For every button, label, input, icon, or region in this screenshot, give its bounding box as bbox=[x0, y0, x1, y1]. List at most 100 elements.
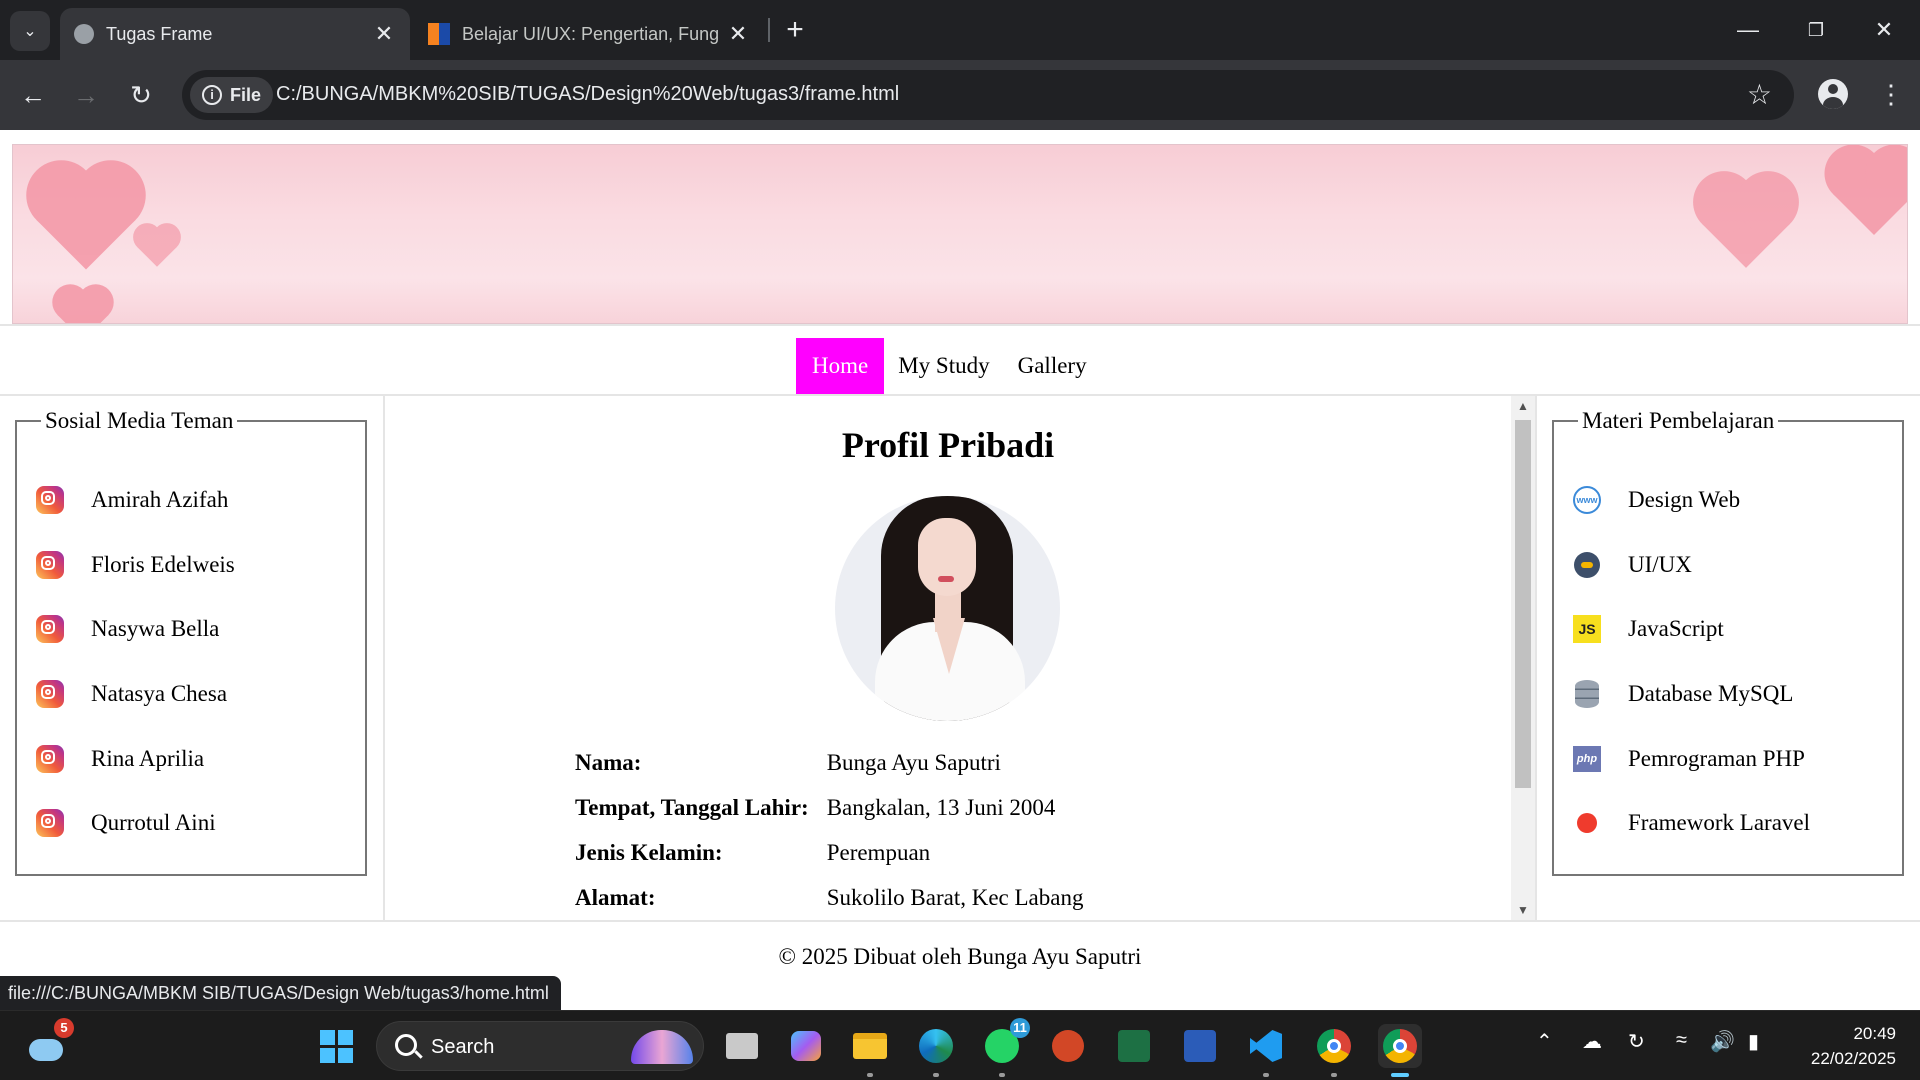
material-label[interactable]: Framework Laravel bbox=[1628, 810, 1810, 836]
table-row: Nama: Bunga Ayu Saputri bbox=[575, 740, 1101, 785]
chrome-icon[interactable] bbox=[1378, 1024, 1422, 1077]
friend-name[interactable]: Amirah Azifah bbox=[91, 487, 228, 513]
site-info-label: File bbox=[230, 84, 262, 105]
row-value: Sukolilo Barat, Kec Labang bbox=[826, 884, 1084, 910]
instagram-icon bbox=[35, 550, 65, 580]
profile-avatar-icon[interactable] bbox=[1818, 79, 1848, 109]
tab-search-button[interactable]: ⌄ bbox=[10, 11, 50, 51]
close-icon[interactable]: ✕ bbox=[726, 21, 750, 47]
page-viewport: Home My Study Gallery Sosial Media Teman… bbox=[0, 130, 1920, 1010]
friends-list: Amirah Azifah Floris Edelweis Nasywa Bel… bbox=[35, 468, 365, 856]
javascript-icon-text: JS bbox=[1573, 615, 1601, 644]
word-icon[interactable] bbox=[1178, 1024, 1222, 1068]
menu-gallery[interactable]: Gallery bbox=[1004, 338, 1101, 394]
material-label[interactable]: Database MySQL bbox=[1628, 681, 1793, 707]
friend-name[interactable]: Floris Edelweis bbox=[91, 552, 235, 578]
volume-icon[interactable]: 🔊 bbox=[1710, 1029, 1735, 1054]
site-info-chip[interactable]: i File bbox=[190, 77, 274, 113]
status-url-bubble: file:///C:/BUNGA/MBKM SIB/TUGAS/Design W… bbox=[0, 976, 561, 1010]
powerpoint-icon[interactable] bbox=[1046, 1024, 1090, 1068]
window-close-icon[interactable]: ✕ bbox=[1864, 12, 1904, 48]
close-icon[interactable]: ✕ bbox=[372, 21, 396, 47]
friend-item[interactable]: Qurrotul Aini bbox=[35, 791, 365, 856]
friend-item[interactable]: Nasywa Bella bbox=[35, 597, 365, 662]
url-text[interactable]: C:/BUNGA/MBKM%20SIB/TUGAS/Design%20Web/t… bbox=[276, 83, 899, 106]
back-arrow-icon[interactable]: ← bbox=[15, 77, 51, 113]
friend-name[interactable]: Rina Aprilia bbox=[91, 746, 204, 772]
nav-frame: Home My Study Gallery bbox=[0, 324, 1920, 396]
instagram-icon bbox=[35, 744, 65, 774]
header-banner bbox=[12, 144, 1908, 324]
materials-fieldset: Materi Pembelajaran www Design Web UI/UX… bbox=[1552, 408, 1904, 876]
windows-start-icon[interactable] bbox=[314, 1024, 358, 1068]
friend-item[interactable]: Rina Aprilia bbox=[35, 726, 365, 791]
wifi-icon[interactable]: ≈ bbox=[1676, 1029, 1687, 1052]
material-item[interactable]: www Design Web bbox=[1572, 468, 1902, 533]
whatsapp-icon[interactable]: 11 bbox=[980, 1018, 1030, 1077]
copilot-icon[interactable] bbox=[784, 1024, 828, 1068]
chevron-up-icon[interactable]: ⌃ bbox=[1536, 1029, 1553, 1054]
battery-icon[interactable]: ▮ bbox=[1748, 1029, 1759, 1054]
material-label[interactable]: Pemrograman PHP bbox=[1628, 746, 1805, 772]
minimize-icon[interactable]: — bbox=[1728, 12, 1768, 48]
forward-arrow-icon[interactable]: → bbox=[68, 77, 104, 113]
scroll-down-icon[interactable]: ▼ bbox=[1511, 900, 1535, 920]
task-view-icon[interactable] bbox=[720, 1024, 764, 1068]
search-label: Search bbox=[431, 1036, 495, 1058]
material-label[interactable]: JavaScript bbox=[1628, 616, 1724, 642]
site-favicon-icon bbox=[428, 23, 450, 45]
weather-widget-icon[interactable]: 5 bbox=[24, 1018, 74, 1068]
globe-icon bbox=[74, 24, 94, 44]
address-bar[interactable]: i File C:/BUNGA/MBKM%20SIB/TUGAS/Design%… bbox=[182, 70, 1794, 120]
page-title: Profil Pribadi bbox=[841, 425, 1055, 465]
material-item[interactable]: Database MySQL bbox=[1572, 662, 1902, 727]
material-item[interactable]: php Pemrograman PHP bbox=[1572, 726, 1902, 791]
excel-icon[interactable] bbox=[1112, 1024, 1156, 1068]
bookmark-star-icon[interactable]: ☆ bbox=[1747, 78, 1772, 111]
center-frame: Profil Pribadi Nama: Bunga Ayu Saputri T… bbox=[385, 396, 1535, 920]
friend-item[interactable]: Amirah Azifah bbox=[35, 468, 365, 533]
scroll-up-icon[interactable]: ▲ bbox=[1511, 396, 1535, 416]
material-label[interactable]: UI/UX bbox=[1628, 552, 1692, 578]
tab-belajar-uiux[interactable]: Belajar UI/UX: Pengertian, Fung ✕ bbox=[414, 8, 764, 60]
tab-separator bbox=[768, 18, 770, 42]
reload-icon[interactable]: ↻ bbox=[123, 77, 159, 113]
material-item[interactable]: Framework Laravel bbox=[1572, 791, 1902, 856]
heart-decoration bbox=[137, 227, 177, 267]
edge-icon[interactable] bbox=[914, 1024, 958, 1077]
sync-icon[interactable]: ↻ bbox=[1628, 1029, 1645, 1054]
table-row: Alamat: Sukolilo Barat, Kec Labang bbox=[575, 875, 1101, 920]
tab-tugas-frame[interactable]: Tugas Frame ✕ bbox=[60, 8, 410, 60]
friend-name[interactable]: Natasya Chesa bbox=[91, 681, 227, 707]
material-label[interactable]: Design Web bbox=[1628, 487, 1740, 513]
center-scrollbar[interactable]: ▲ ▼ bbox=[1511, 396, 1535, 920]
chrome-profile-icon[interactable] bbox=[1312, 1024, 1356, 1077]
heart-decoration bbox=[1702, 180, 1790, 268]
scroll-thumb[interactable] bbox=[1515, 420, 1531, 788]
friend-item[interactable]: Natasya Chesa bbox=[35, 662, 365, 727]
more-menu-icon[interactable]: ⋮ bbox=[1878, 77, 1904, 111]
instagram-icon bbox=[35, 485, 65, 515]
menu-home[interactable]: Home bbox=[796, 338, 885, 394]
vscode-icon[interactable] bbox=[1244, 1024, 1288, 1077]
onedrive-cloud-icon[interactable]: ☁ bbox=[1582, 1029, 1602, 1054]
taskbar: 5 Search 11 ⌃ ☁ ↻ ≈ 🔊 ▮ 20:49 22/02/2025 bbox=[0, 1010, 1920, 1080]
browser-tab-bar: ⌄ Tugas Frame ✕ Belajar UI/UX: Pengertia… bbox=[0, 0, 1920, 60]
file-explorer-icon[interactable] bbox=[848, 1024, 892, 1077]
friend-name[interactable]: Qurrotul Aini bbox=[91, 810, 216, 836]
menu-my-study[interactable]: My Study bbox=[884, 338, 1003, 394]
new-tab-button[interactable]: + bbox=[778, 14, 812, 48]
search-icon bbox=[395, 1034, 417, 1056]
restore-icon[interactable]: ❐ bbox=[1796, 12, 1836, 48]
right-frame: Materi Pembelajaran www Design Web UI/UX… bbox=[1535, 396, 1920, 920]
instagram-icon bbox=[35, 679, 65, 709]
taskbar-search[interactable]: Search bbox=[376, 1021, 704, 1071]
system-clock[interactable]: 20:49 22/02/2025 bbox=[1811, 1021, 1896, 1071]
friend-name[interactable]: Nasywa Bella bbox=[91, 616, 219, 642]
tab-title: Belajar UI/UX: Pengertian, Fung bbox=[462, 23, 720, 44]
row-label: Jenis Kelamin: bbox=[575, 839, 723, 865]
friend-item[interactable]: Floris Edelweis bbox=[35, 533, 365, 598]
search-highlight-icon bbox=[631, 1030, 693, 1064]
material-item[interactable]: UI/UX bbox=[1572, 533, 1902, 598]
material-item[interactable]: JS JavaScript bbox=[1572, 597, 1902, 662]
